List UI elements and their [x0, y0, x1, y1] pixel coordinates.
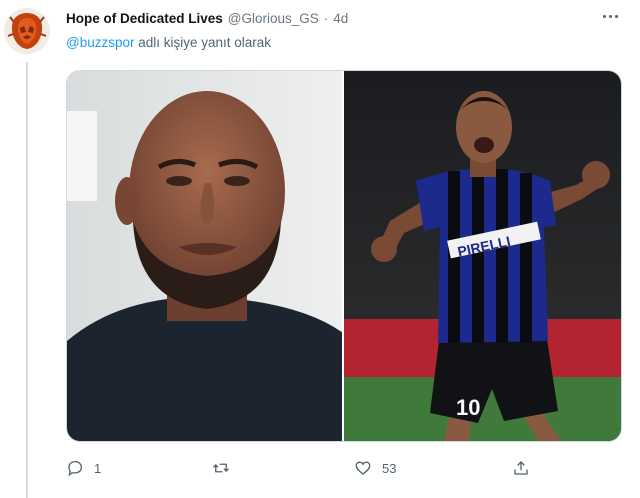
retweet-icon [213, 463, 229, 473]
avatar[interactable] [4, 8, 50, 54]
replying-to: @buzzspor adlı kişiye yanıt olarak [66, 35, 271, 50]
separator-dot: · [323, 10, 329, 26]
lion-avatar-icon [4, 8, 50, 54]
author-name[interactable]: Hope of Dedicated Lives [66, 11, 223, 26]
thread-line [26, 62, 28, 498]
tweet-media[interactable]: 10 PIRELLI [66, 70, 622, 442]
tweet-card[interactable]: Hope of Dedicated Lives @Glorious_GS · 4… [0, 0, 640, 498]
author-handle[interactable]: @Glorious_GS [228, 11, 319, 26]
reply-text: adlı kişiye yanıt olarak [138, 35, 272, 50]
shirt-number: 10 [456, 395, 480, 420]
heart-icon [355, 461, 371, 475]
like-count: 53 [382, 460, 397, 476]
tweet-time[interactable]: 4d [333, 11, 348, 26]
tweet-actions: 1 53 [66, 456, 536, 480]
more-icon[interactable] [598, 6, 622, 26]
reply-button[interactable]: 1 [66, 456, 101, 480]
retweet-button[interactable] [212, 456, 240, 480]
tweet-header: Hope of Dedicated Lives @Glorious_GS · 4… [66, 8, 600, 28]
reply-mention-link[interactable]: @buzzspor [66, 35, 134, 50]
share-icon [514, 461, 528, 475]
like-button[interactable]: 53 [354, 456, 396, 480]
reply-count: 1 [94, 460, 102, 476]
reply-icon [68, 460, 83, 477]
photo-right[interactable]: 10 PIRELLI [344, 71, 621, 441]
share-button[interactable] [512, 456, 540, 480]
photo-left[interactable] [67, 71, 342, 441]
